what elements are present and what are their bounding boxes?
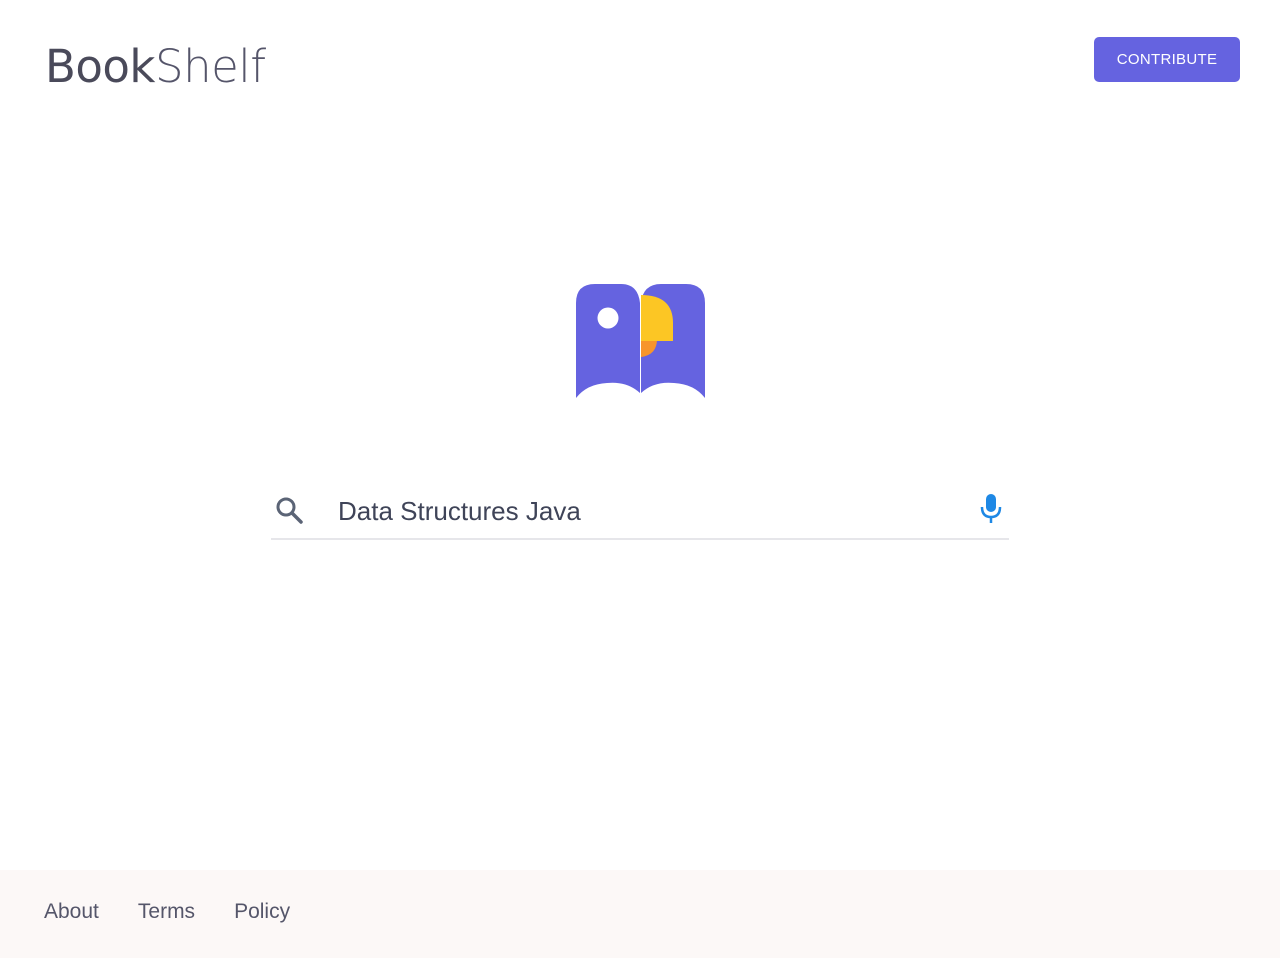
bookshelf-parrot-logo-icon <box>576 284 705 398</box>
footer-link-about[interactable]: About <box>44 900 99 924</box>
brand-logo-text[interactable]: BookShelf <box>45 40 266 94</box>
page: BookShelf CONTRIBUTE About Terms Policy <box>0 0 1280 958</box>
microphone-icon[interactable] <box>979 493 1003 525</box>
contribute-button[interactable]: CONTRIBUTE <box>1094 37 1240 82</box>
search-icon[interactable] <box>275 496 303 524</box>
search-bar <box>271 488 1009 540</box>
footer-link-policy[interactable]: Policy <box>234 900 290 924</box>
search-input[interactable] <box>338 492 958 530</box>
footer: About Terms Policy <box>0 870 1280 958</box>
footer-link-terms[interactable]: Terms <box>138 900 195 924</box>
brand-part-book: Book <box>45 40 156 93</box>
footer-links: About Terms Policy <box>44 900 290 924</box>
brand-part-shelf: Shelf <box>155 40 266 93</box>
